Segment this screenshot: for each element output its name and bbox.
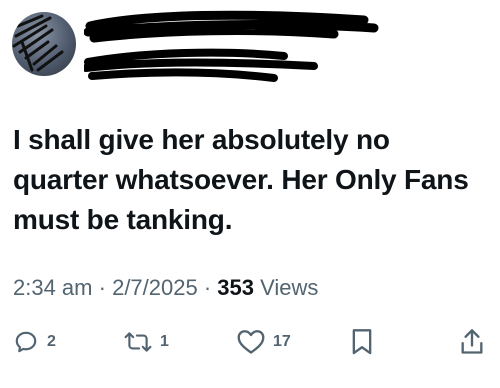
retweet-icon	[124, 332, 152, 352]
reply-count: 2	[47, 333, 56, 350]
avatar[interactable]	[12, 12, 76, 76]
tweet-date[interactable]: 2/7/2025	[112, 275, 198, 300]
retweet-count: 1	[160, 333, 169, 350]
bookmark-icon	[352, 329, 372, 355]
retweet-button[interactable]: 1	[124, 322, 169, 362]
meta-separator: ·	[98, 275, 106, 300]
avatar-scribble	[12, 14, 64, 72]
meta-separator: ·	[203, 275, 212, 300]
heart-icon	[237, 330, 265, 354]
tweet-time[interactable]: 2:34 am	[13, 275, 93, 300]
bookmark-button[interactable]	[351, 322, 373, 362]
redacted-name-and-handle	[84, 6, 384, 90]
share-button[interactable]	[459, 322, 485, 362]
views-label: Views	[260, 275, 319, 300]
reply-icon	[15, 331, 37, 353]
tweet-text: I shall give her absolutely no quarter w…	[13, 124, 469, 235]
tweet-meta: 2:34 am · 2/7/2025 · 353 Views	[13, 275, 318, 301]
reply-button[interactable]: 2	[13, 322, 56, 362]
like-button[interactable]: 17	[237, 322, 291, 362]
share-icon	[461, 329, 483, 354]
like-count: 17	[273, 333, 291, 350]
action-bar: 2 1 17	[0, 322, 500, 362]
views-count: 353	[217, 275, 255, 300]
